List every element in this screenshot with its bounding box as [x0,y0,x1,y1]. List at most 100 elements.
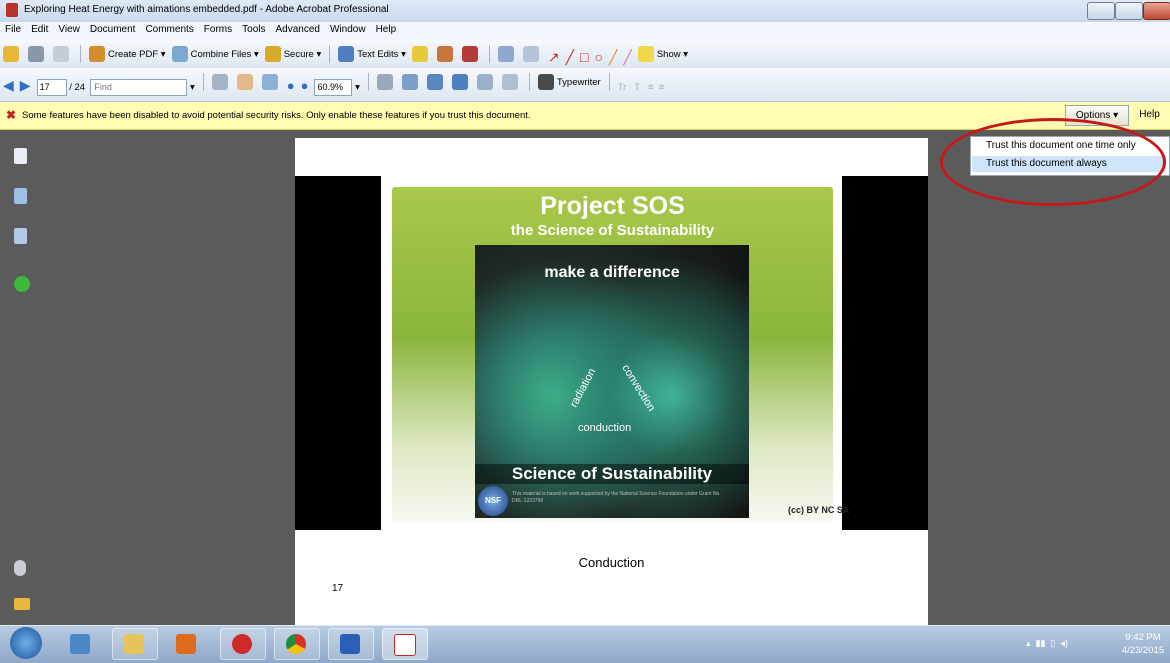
create-pdf-button[interactable]: Create PDF ▾ [86,43,169,65]
word-icon [340,634,360,654]
hand-tool-button[interactable] [234,71,259,93]
clock-date: 4/23/2015 [1121,645,1165,656]
close-button[interactable] [1143,2,1170,20]
page-nav-group: 17 / 24 Find ▾ [34,77,198,99]
previous-page-button[interactable]: ◀ [0,75,17,97]
pages-panel-icon[interactable] [14,148,27,164]
left-navigation-panel [0,130,47,625]
creative-commons-badge: (cc) BY NC SA [788,505,850,515]
minimize-button[interactable] [1087,2,1115,20]
select-tool-button[interactable] [209,71,234,93]
page-layout-icon [501,74,518,90]
marquee-zoom-button[interactable] [259,71,284,93]
fit-page-button[interactable] [424,71,449,93]
eraser-icon: ╱ [623,49,632,65]
zoom-in-button[interactable]: ● [298,75,312,97]
app-red-icon [232,634,252,654]
eraser-tool-button[interactable]: ╱ [620,47,634,69]
text-edits-icon [338,46,355,62]
zoom-out-icon: ● [286,78,295,93]
print-button[interactable] [25,43,50,65]
secure-label: Secure [283,48,314,60]
show-button[interactable]: Show ▾ [635,43,691,65]
save-button[interactable] [50,43,75,65]
slide-caption: Conduction [578,555,645,570]
stamp-tool-button[interactable] [434,43,459,65]
zoom-tool-icon [261,74,278,90]
system-tray-icons[interactable]: ▴ ▮▮ ▯ ◂) [1026,638,1068,649]
menu-help[interactable]: Help [371,22,402,35]
callout-icon [497,46,514,62]
combine-files-icon [171,46,188,62]
next-page-button[interactable]: ▶ [17,75,34,97]
combine-files-button[interactable]: Combine Files ▾ [169,43,262,65]
pencil-tool-button[interactable]: ╱ [606,47,620,69]
text-select-icon [211,74,228,90]
page-layout-button[interactable] [499,71,524,93]
menu-advanced[interactable]: Advanced [271,22,325,35]
two-up-button[interactable] [449,71,474,93]
snapshot-button[interactable] [374,71,399,93]
find-input[interactable]: Find [90,79,188,96]
nsf-logo: NSF [478,486,508,516]
signatures-panel-icon[interactable] [14,228,27,244]
comments-panel-icon[interactable] [14,598,30,610]
menu-view[interactable]: View [53,22,85,35]
open-button[interactable] [0,43,25,65]
printer-icon [28,46,44,62]
menu-edit[interactable]: Edit [26,22,53,35]
start-orb-icon[interactable] [10,627,42,659]
window-title: Exploring Heat Energy with aimations emb… [24,4,389,15]
attach-tool-button[interactable] [459,43,484,65]
zoom-level-select[interactable]: 60.9% ▾ [311,77,362,99]
menu-forms[interactable]: Forms [199,22,237,35]
toolbar-separator [80,45,81,63]
help-button[interactable]: Help [1131,105,1168,124]
text-edits-button[interactable]: Text Edits ▾ [335,43,409,65]
two-page-icon [451,74,468,90]
lock-icon [264,46,281,62]
zoom-level-value[interactable]: 60.9% [314,79,353,96]
oval-tool-button[interactable]: ○ [592,46,606,68]
folder-icon [124,634,144,654]
find-dropdown-icon[interactable]: ▾ [190,82,195,93]
typewriter-button[interactable]: Typewriter [535,71,604,93]
acrobat-app-icon [6,3,18,17]
explorer-icon[interactable] [70,634,90,654]
fit-width-button[interactable] [399,71,424,93]
combine-files-label: Combine Files [190,48,252,60]
menu-tools[interactable]: Tools [237,22,270,35]
page-number-input[interactable]: 17 [36,79,67,96]
toolbar-separator [608,73,610,91]
line-tool-button[interactable]: ╱ [563,47,577,69]
show-label: Show [656,48,681,60]
rotate-button[interactable] [474,71,499,93]
menu-comments[interactable]: Comments [140,22,198,35]
highlight-icon [411,46,428,62]
zoom-out-button[interactable]: ● [284,75,298,97]
help-question-icon[interactable] [14,276,30,292]
typewriter-icon [537,74,554,90]
bookmarks-panel-icon[interactable] [14,188,27,204]
menu-document[interactable]: Document [85,22,141,35]
make-a-difference-heading: make a difference [544,264,680,281]
arrow-tool-button[interactable]: ↗ [545,47,563,69]
textbox-button[interactable] [520,43,545,65]
pencil-icon: ╱ [608,49,618,65]
callout-button[interactable] [495,43,520,65]
taskbar-clock[interactable]: 9:42 PM 4/23/2015 [1117,631,1169,657]
slide-credits: This material is based on work supported… [512,491,721,504]
arrow-icon: ↗ [547,49,560,65]
page-total: / 24 [69,82,86,93]
secure-button[interactable]: Secure ▾ [262,43,325,65]
maximize-button[interactable] [1115,2,1143,20]
menu-window[interactable]: Window [325,22,371,35]
note-tool-button[interactable] [409,43,434,65]
media-player-icon[interactable] [176,634,196,654]
menu-file[interactable]: File [0,22,26,35]
save-icon [53,46,69,62]
attachments-paperclip-icon[interactable] [14,560,26,576]
rectangle-tool-button[interactable]: □ [577,46,591,68]
menu-bar: File Edit View Document Comments Forms Tools Ad… [0,22,1170,41]
security-warning-message: Some features have been disabled to avoi… [22,110,531,121]
